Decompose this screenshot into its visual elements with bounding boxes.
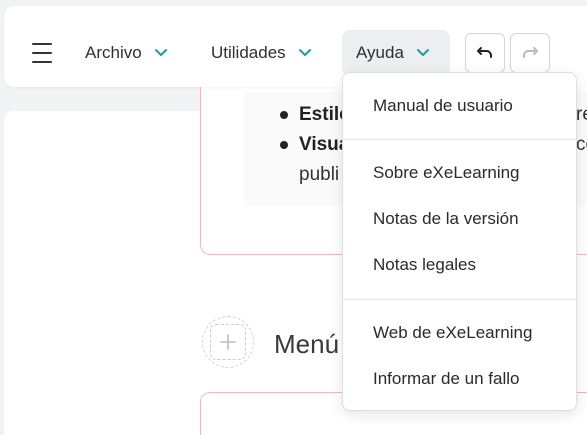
paragraph-text: publi — [299, 164, 340, 185]
chevron-down-icon — [416, 49, 429, 56]
hamburger-menu-icon[interactable] — [30, 42, 54, 64]
chevron-down-icon — [298, 49, 311, 56]
bullet-marker — [280, 111, 288, 119]
menu-item-sobre-exelearning[interactable]: Sobre eXeLearning — [373, 163, 520, 183]
menu-label: Utilidades — [211, 43, 286, 62]
section-title: Menú — [274, 329, 340, 359]
bullet-text: co — [576, 134, 587, 155]
plus-icon — [210, 324, 246, 360]
menu-archivo[interactable]: Archivo — [71, 30, 182, 76]
menu-utilidades[interactable]: Utilidades — [197, 30, 326, 76]
undo-icon — [477, 47, 492, 58]
menu-item-manual-de-usuario[interactable]: Manual de usuario — [373, 96, 513, 116]
menu-item-notas-de-la-version[interactable]: Notas de la versión — [373, 209, 519, 229]
app-window: Estilo re Visua co publi Menú Archivo Ut… — [0, 0, 587, 435]
menu-divider — [343, 299, 576, 300]
bullet-marker — [280, 141, 288, 149]
chevron-down-icon — [154, 49, 167, 56]
add-block-button[interactable] — [202, 316, 254, 368]
menu-divider — [343, 139, 576, 140]
menu-item-informar-de-un-fallo[interactable]: Informar de un fallo — [373, 369, 519, 389]
menu-item-notas-legales[interactable]: Notas legales — [373, 255, 476, 275]
help-dropdown-menu: Manual de usuario Sobre eXeLearning Nota… — [342, 72, 577, 411]
menu-item-web-de-exelearning[interactable]: Web de eXeLearning — [373, 323, 532, 343]
undo-button[interactable] — [465, 33, 505, 73]
bullet-text: re — [576, 104, 587, 125]
menu-label: Archivo — [85, 43, 142, 62]
menu-ayuda[interactable]: Ayuda — [342, 30, 450, 76]
menu-label: Ayuda — [356, 43, 404, 62]
redo-icon — [523, 47, 538, 58]
redo-button[interactable] — [510, 33, 550, 73]
